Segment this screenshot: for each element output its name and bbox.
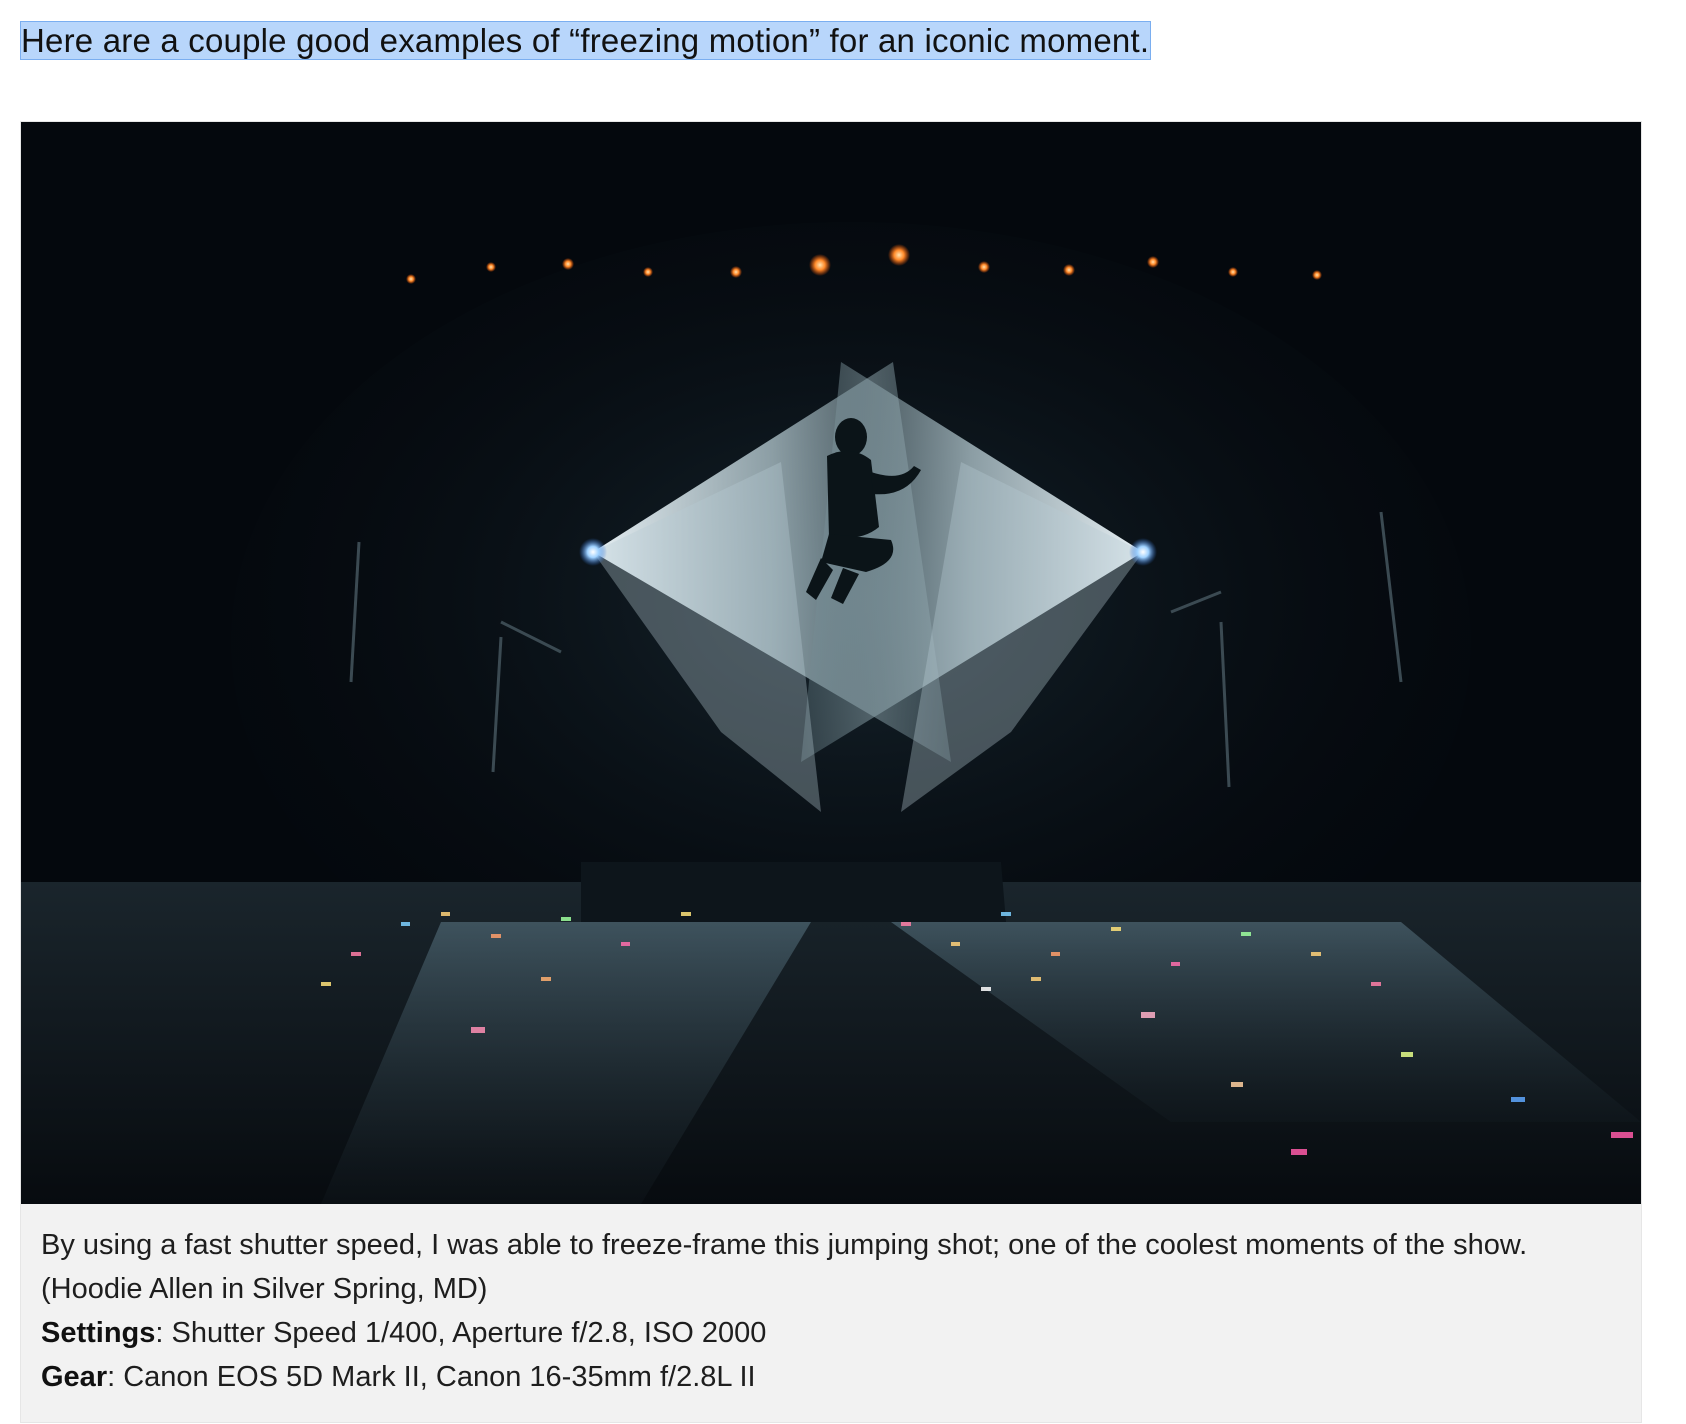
selected-text[interactable]: Here are a couple good examples of “free…	[20, 21, 1152, 60]
photo-figure: By using a fast shutter speed, I was abl…	[20, 121, 1642, 1423]
intro-paragraph: Here are a couple good examples of “free…	[20, 16, 1152, 66]
caption-gear: Gear: Canon EOS 5D Mark II, Canon 16-35m…	[41, 1355, 1626, 1399]
settings-label: Settings	[41, 1317, 156, 1349]
caption-settings: Settings: Shutter Speed 1/400, Aperture …	[41, 1311, 1626, 1355]
gear-label: Gear	[41, 1361, 108, 1393]
caption-description: By using a fast shutter speed, I was abl…	[41, 1229, 1528, 1305]
concert-photo	[21, 122, 1641, 1204]
settings-value: : Shutter Speed 1/400, Aperture f/2.8, I…	[155, 1317, 767, 1349]
photo-caption: By using a fast shutter speed, I was abl…	[41, 1223, 1626, 1399]
gear-value: : Canon EOS 5D Mark II, Canon 16-35mm f/…	[107, 1361, 756, 1393]
